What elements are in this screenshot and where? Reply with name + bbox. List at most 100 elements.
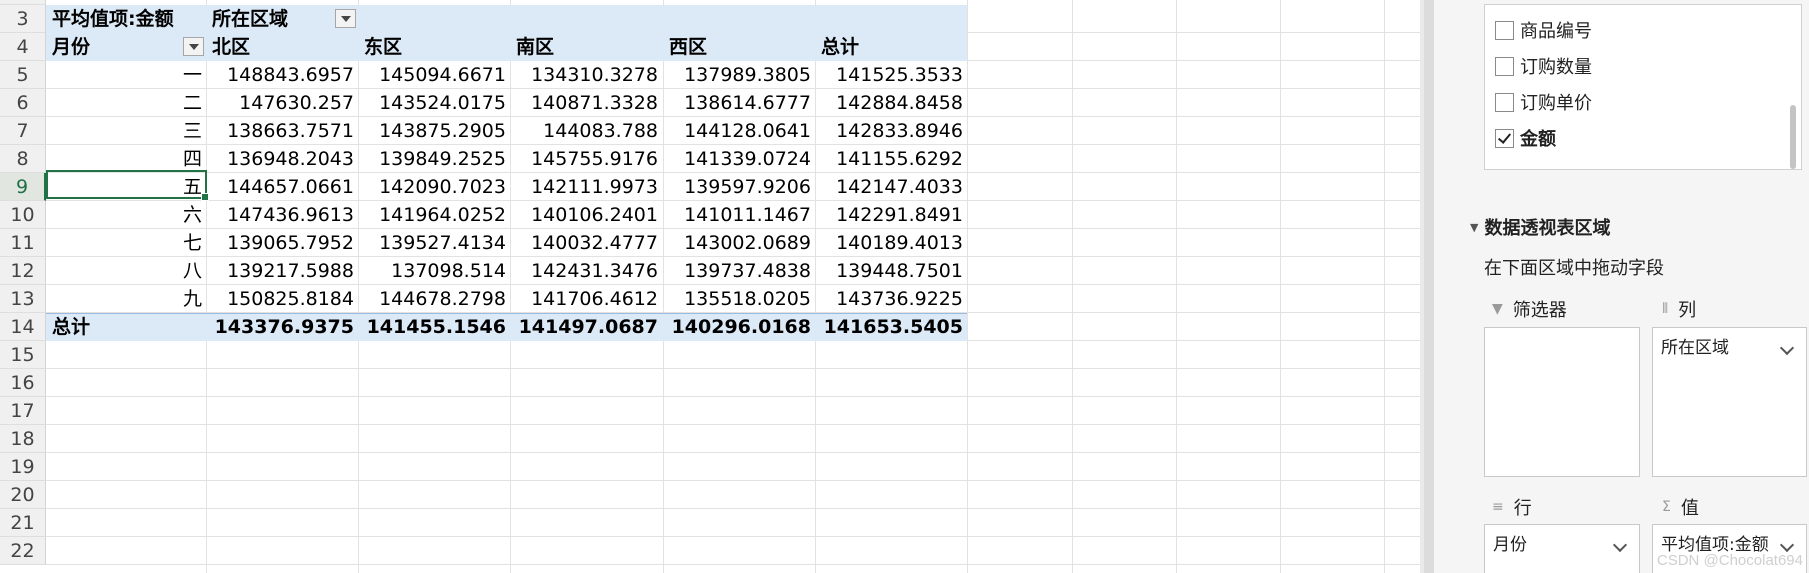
pivot-row-label[interactable]: 四 [46, 145, 206, 173]
pivot-value-cell[interactable]: 140106.2401 [510, 201, 662, 229]
pivot-value-cell[interactable]: 141155.6292 [815, 145, 967, 173]
filter-drop-zone[interactable] [1484, 327, 1640, 477]
pivot-value-cell[interactable]: 148843.6957 [206, 61, 358, 89]
field-item[interactable]: 订购单价 [1495, 89, 1592, 115]
pivot-total-cell[interactable]: 141497.0687 [510, 313, 662, 341]
pivot-value-cell[interactable]: 145094.6671 [358, 61, 510, 89]
pivot-value-cell[interactable]: 143736.9225 [815, 285, 967, 313]
pivot-value-cell[interactable]: 144083.788 [510, 117, 662, 145]
pivot-value-cell[interactable]: 142090.7023 [358, 173, 510, 201]
row-header[interactable]: 8 [0, 145, 46, 173]
pivot-value-label[interactable]: 平均值项:金额 [46, 5, 206, 33]
pivot-value-cell[interactable]: 141525.3533 [815, 61, 967, 89]
pivot-value-cell[interactable]: 142111.9973 [510, 173, 662, 201]
row-filter-dropdown-button[interactable] [183, 37, 204, 56]
pivot-value-cell[interactable]: 142291.8491 [815, 201, 967, 229]
row-header[interactable]: 6 [0, 89, 46, 117]
checkbox-icon[interactable] [1495, 20, 1514, 40]
pivot-value-cell[interactable]: 139065.7952 [206, 229, 358, 257]
pivot-column-field-label[interactable]: 所在区域 [206, 5, 336, 33]
pivot-value-cell[interactable]: 138663.7571 [206, 117, 358, 145]
row-header[interactable]: 13 [0, 285, 46, 313]
pivot-value-cell[interactable]: 143002.0689 [663, 229, 815, 257]
pivot-column-header[interactable]: 北区 [206, 33, 358, 61]
pivot-value-cell[interactable]: 140032.4777 [510, 229, 662, 257]
row-header[interactable]: 16 [0, 369, 46, 397]
field-item[interactable]: 订购数量 [1495, 53, 1592, 79]
pivot-total-cell[interactable]: 141455.1546 [358, 313, 510, 341]
pivot-row-label[interactable]: 六 [46, 201, 206, 229]
field-item[interactable]: 商品编号 [1495, 17, 1592, 43]
pivot-row-label[interactable]: 三 [46, 117, 206, 145]
row-header[interactable]: 12 [0, 257, 46, 285]
pivot-column-header[interactable]: 南区 [510, 33, 662, 61]
pivot-column-header[interactable]: 东区 [358, 33, 510, 61]
pivot-value-cell[interactable]: 141339.0724 [663, 145, 815, 173]
areas-section-header[interactable]: ▼ 数据透视表区域 [1470, 214, 1610, 240]
pivot-value-cell[interactable]: 142147.4033 [815, 173, 967, 201]
spreadsheet-grid[interactable]: 3 4 5 6 7 8 9 10 11 12 13 14 15 16 17 18 19 20 21 22 平均值项:金… [0, 0, 1420, 573]
pivot-value-cell[interactable]: 141706.4612 [510, 285, 662, 313]
pivot-value-cell[interactable]: 142884.8458 [815, 89, 967, 117]
pivot-total-label[interactable]: 总计 [46, 313, 206, 341]
pivot-value-cell[interactable]: 144678.2798 [358, 285, 510, 313]
pivot-value-cell[interactable]: 144128.0641 [663, 117, 815, 145]
field-list-scrollbar[interactable] [1790, 105, 1796, 169]
row-header[interactable]: 7 [0, 117, 46, 145]
pivot-value-cell[interactable]: 139448.7501 [815, 257, 967, 285]
pivot-column-header[interactable]: 总计 [815, 33, 967, 61]
columns-drop-zone[interactable]: 所在区域 [1652, 327, 1807, 477]
pivot-row-label[interactable]: 八 [46, 257, 206, 285]
pivot-total-cell[interactable]: 140296.0168 [663, 313, 815, 341]
row-header[interactable]: 9 [0, 173, 46, 201]
checkbox-icon[interactable] [1495, 56, 1514, 76]
row-header[interactable]: 19 [0, 453, 46, 481]
row-header[interactable]: 18 [0, 425, 46, 453]
pivot-total-cell[interactable]: 143376.9375 [206, 313, 358, 341]
columns-field-pill[interactable]: 所在区域 [1659, 334, 1800, 362]
pivot-value-cell[interactable]: 143875.2905 [358, 117, 510, 145]
row-header[interactable]: 11 [0, 229, 46, 257]
rows-field-pill[interactable]: 月份 [1491, 531, 1633, 559]
row-header[interactable]: 20 [0, 481, 46, 509]
row-header[interactable]: 17 [0, 397, 46, 425]
pivot-row-label[interactable]: 九 [46, 285, 206, 313]
row-header[interactable]: 5 [0, 61, 46, 89]
pivot-value-cell[interactable]: 141964.0252 [358, 201, 510, 229]
pivot-value-cell[interactable]: 142431.3476 [510, 257, 662, 285]
row-header[interactable]: 21 [0, 509, 46, 537]
pivot-value-cell[interactable]: 142833.8946 [815, 117, 967, 145]
pivot-value-cell[interactable]: 145755.9176 [510, 145, 662, 173]
pivot-row-label[interactable]: 二 [46, 89, 206, 117]
pivot-value-cell[interactable]: 139849.2525 [358, 145, 510, 173]
row-header[interactable]: 10 [0, 201, 46, 229]
row-header[interactable]: 4 [0, 33, 46, 61]
pivot-value-cell[interactable]: 137098.514 [358, 257, 510, 285]
active-cell-selection[interactable] [46, 170, 209, 201]
pivot-value-cell[interactable]: 138614.6777 [663, 89, 815, 117]
pivot-value-cell[interactable]: 135518.0205 [663, 285, 815, 313]
chevron-down-icon[interactable] [1779, 537, 1795, 553]
pivot-value-cell[interactable]: 139737.4838 [663, 257, 815, 285]
pivot-value-cell[interactable]: 140871.3328 [510, 89, 662, 117]
field-item[interactable]: 金额 [1495, 125, 1556, 151]
row-header[interactable]: 22 [0, 537, 46, 565]
pivot-value-cell[interactable]: 137989.3805 [663, 61, 815, 89]
pivot-value-cell[interactable]: 147436.9613 [206, 201, 358, 229]
pivot-value-cell[interactable]: 144657.0661 [206, 173, 358, 201]
pivot-row-label[interactable]: 七 [46, 229, 206, 257]
pivot-value-cell[interactable]: 136948.2043 [206, 145, 358, 173]
pivot-row-label[interactable]: 一 [46, 61, 206, 89]
field-list[interactable]: 商品编号订购数量订购单价金额 [1484, 4, 1802, 170]
pivot-value-cell[interactable]: 139217.5988 [206, 257, 358, 285]
pivot-value-cell[interactable]: 143524.0175 [358, 89, 510, 117]
pivot-row-field-label[interactable]: 月份 [46, 33, 176, 61]
chevron-down-icon[interactable] [1612, 537, 1628, 553]
pivot-value-cell[interactable]: 147630.257 [206, 89, 358, 117]
row-header[interactable]: 14 [0, 313, 46, 341]
checkbox-icon[interactable] [1495, 92, 1514, 112]
column-filter-dropdown-button[interactable] [335, 9, 356, 28]
pivot-column-header[interactable]: 西区 [663, 33, 815, 61]
pivot-value-cell[interactable]: 139597.9206 [663, 173, 815, 201]
chevron-down-icon[interactable] [1779, 340, 1795, 356]
